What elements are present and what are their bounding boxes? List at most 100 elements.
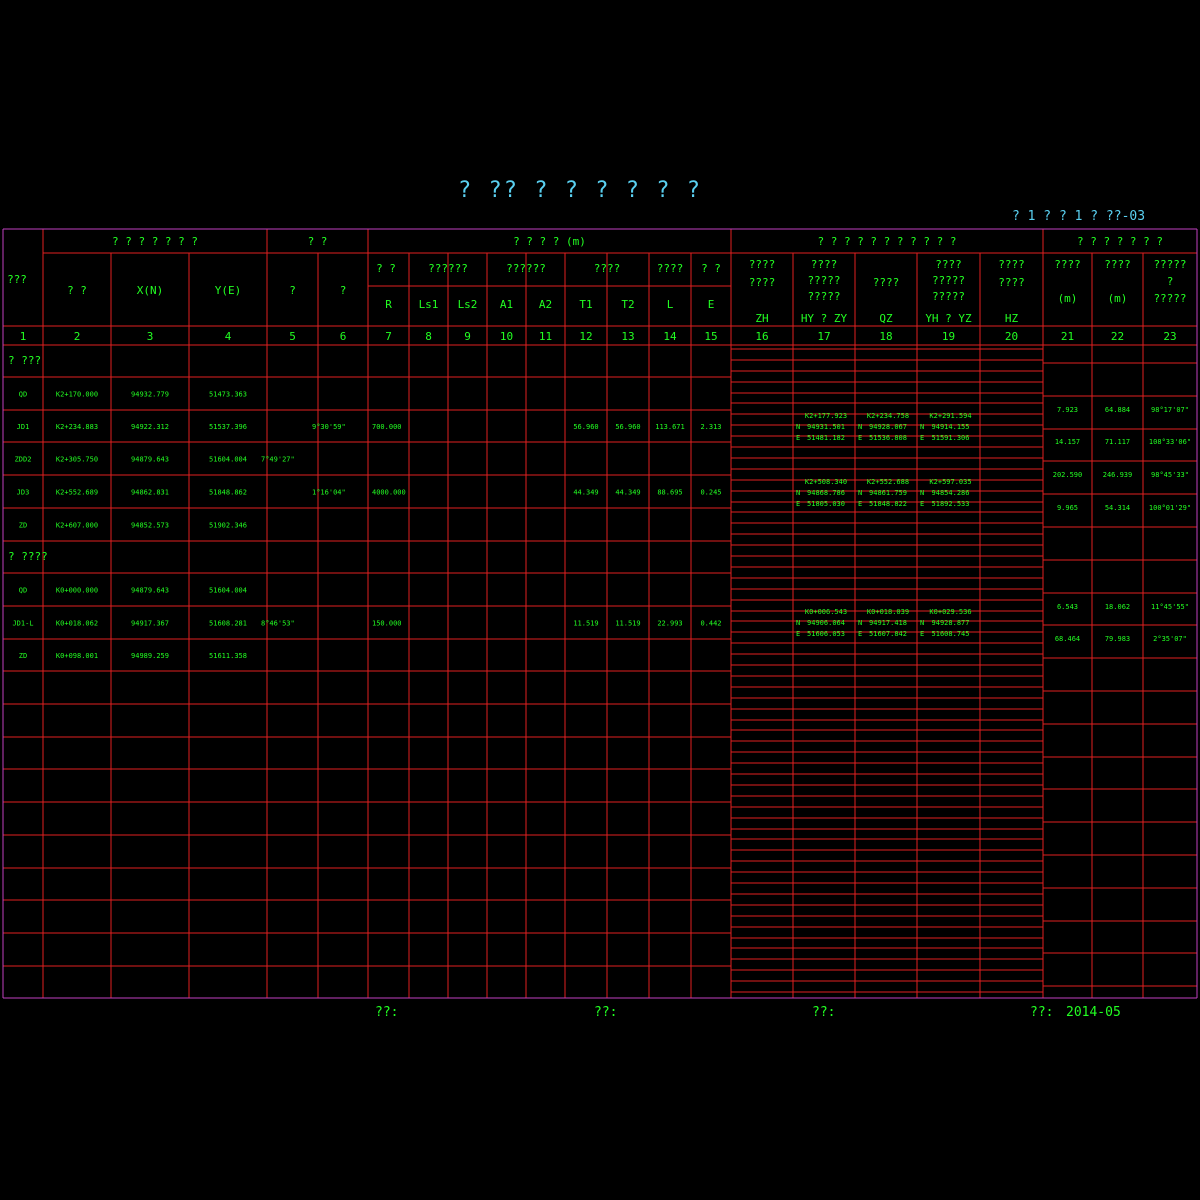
col-header-19: ?????	[932, 290, 965, 303]
footer-label-3: ??:	[812, 1005, 836, 1020]
col-number: 1	[20, 330, 27, 343]
col-header-17: ?????	[807, 290, 840, 303]
cell-station: K2+234.883	[56, 423, 98, 431]
group-header-curve-points: ? ? ? ? ? ? ? ? ? ? ?	[817, 235, 956, 248]
col-number: 10	[500, 330, 513, 343]
col-header-L: L	[667, 298, 674, 311]
curve-e-label: E	[796, 630, 800, 638]
curve-n-label: N	[796, 489, 800, 497]
group-header-curve-elements: ? ? ? ? (m)	[513, 235, 586, 248]
cell-y: 51473.363	[209, 391, 247, 399]
cell-radius: 150.000	[372, 620, 402, 628]
curve-n: 94854.286	[932, 489, 970, 497]
distance-value: 14.157	[1055, 438, 1080, 446]
col-number: 21	[1061, 330, 1074, 343]
col-number: 9	[464, 330, 471, 343]
curve-n-label: N	[796, 423, 800, 431]
curve-station: K2+552.688	[867, 478, 909, 486]
curve-e-label: E	[920, 630, 924, 638]
cell-y: 51608.281	[209, 620, 247, 628]
curve-n-label: N	[796, 619, 800, 627]
col-header-16: ????	[749, 258, 776, 271]
coordinate-table: ? ? ? ? ? ? ?? ?? ? ? ? (m)? ? ? ? ? ? ?…	[2, 228, 1198, 999]
col-number: 6	[340, 330, 347, 343]
curve-station: K2+291.594	[929, 412, 971, 420]
cell-x: 94852.573	[131, 522, 169, 530]
col-number: 11	[539, 330, 552, 343]
cell-y: 51902.346	[209, 522, 247, 530]
curve-station: K0+029.536	[929, 608, 971, 616]
col-header-1: ???	[7, 273, 27, 286]
cell-angle-right: 9°30'59"	[312, 423, 346, 431]
curve-e-label: E	[858, 630, 862, 638]
cell-y: 51537.396	[209, 423, 247, 431]
col-number: 18	[879, 330, 892, 343]
cell-point: JD1	[17, 423, 30, 431]
curve-e: 51608.745	[932, 630, 970, 638]
col-header-19: YH ? YZ	[925, 312, 972, 325]
curve-station: K2+508.340	[805, 478, 847, 486]
col-header-17: ????	[811, 258, 838, 271]
col-number: 4	[225, 330, 232, 343]
col-number: 16	[755, 330, 768, 343]
cell-x: 94917.367	[131, 620, 169, 628]
section-label-main: ? ???	[8, 354, 41, 367]
cell-point: QD	[19, 391, 27, 399]
cell-x: 94922.312	[131, 423, 169, 431]
col-header-R: R	[385, 298, 392, 311]
cell-x: 94879.643	[131, 587, 169, 595]
azimuth-value: 98°45'33"	[1151, 471, 1189, 479]
curve-n: 94928.067	[869, 423, 907, 431]
cell-l: 22.993	[657, 620, 682, 628]
cell-station: K0+018.062	[56, 620, 98, 628]
curve-e: 51481.182	[807, 434, 845, 442]
cell-t1: 56.960	[573, 423, 598, 431]
col-header-23: ?????	[1153, 292, 1186, 305]
cell-t2: 56.960	[615, 423, 640, 431]
col-header-t-group: ????	[594, 262, 621, 275]
curve-station: K0+006.543	[805, 608, 847, 616]
col-number: 15	[704, 330, 717, 343]
footer-date: 2014-05	[1066, 1005, 1121, 1020]
col-header-Ls1: Ls1	[419, 298, 439, 311]
curve-station: K2+177.923	[805, 412, 847, 420]
distance-value: 6.543	[1057, 603, 1078, 611]
cell-x: 94879.643	[131, 456, 169, 464]
col-header-16: ????	[749, 276, 776, 289]
col-header-a-group: ??????	[506, 262, 546, 275]
col-header-6: ?	[340, 284, 347, 297]
footer-label-1: ??:	[375, 1005, 399, 1020]
cell-angle-left: 8°46'53"	[261, 620, 295, 628]
col-header-22: ????	[1104, 258, 1131, 271]
curve-n-label: N	[858, 489, 862, 497]
col-header-21: ????	[1054, 258, 1081, 271]
curve-e-label: E	[920, 434, 924, 442]
cell-station: K0+000.000	[56, 587, 98, 595]
col-header-18: ????	[873, 276, 900, 289]
distance-value: 18.062	[1105, 603, 1130, 611]
col-header-e-group: ? ?	[701, 262, 721, 275]
col-header-23: ?????	[1153, 258, 1186, 271]
azimuth-value: 2°35'07"	[1153, 635, 1187, 643]
curve-n-label: N	[858, 423, 862, 431]
curve-e: 51805.030	[807, 500, 845, 508]
cell-y: 51611.358	[209, 652, 247, 660]
curve-n-label: N	[920, 423, 924, 431]
curve-n: 94917.418	[869, 619, 907, 627]
col-header-21: (m)	[1058, 292, 1078, 305]
cell-station: K2+552.689	[56, 489, 98, 497]
col-header-19: ?????	[932, 274, 965, 287]
curve-station: K0+018.039	[867, 608, 909, 616]
curve-e-label: E	[858, 500, 862, 508]
azimuth-value: 98°17'07"	[1151, 406, 1189, 414]
footer-label-2: ??:	[594, 1005, 618, 1020]
cell-t2: 11.519	[615, 620, 640, 628]
cell-station: K2+170.000	[56, 391, 98, 399]
distance-value: 68.464	[1055, 635, 1080, 643]
curve-station: K2+234.758	[867, 412, 909, 420]
col-header-ls-group: ??????	[428, 262, 468, 275]
curve-e: 51892.533	[932, 500, 970, 508]
cell-point: ZDD2	[15, 456, 32, 464]
cell-station: K2+607.000	[56, 522, 98, 530]
cell-x: 94989.259	[131, 652, 169, 660]
